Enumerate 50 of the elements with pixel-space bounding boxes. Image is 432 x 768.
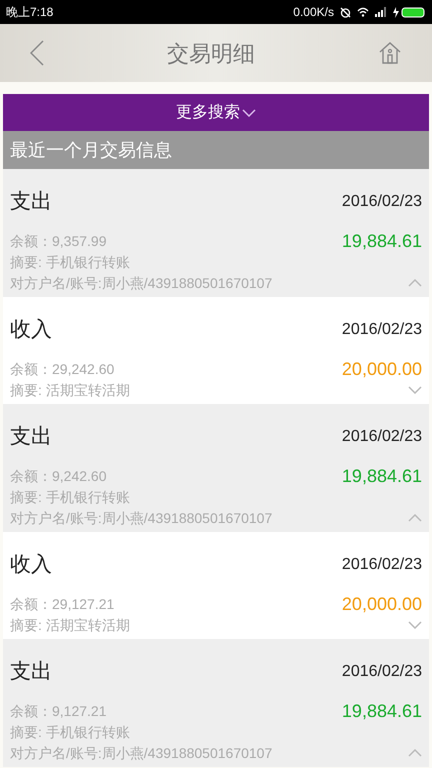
counterparty-text: 对方户名/账号:周小燕/4391880501670107 — [10, 509, 272, 528]
page-title: 交易明细 — [167, 40, 255, 68]
amount-text: 19,884.61 — [342, 464, 422, 488]
transaction-date: 2016/02/23 — [342, 427, 422, 447]
chevron-up-icon[interactable] — [408, 278, 422, 286]
transaction-date: 2016/02/23 — [342, 320, 422, 340]
amount-text: 20,000.00 — [342, 358, 422, 380]
summary-text: 摘要: 手机银行转账 — [10, 253, 130, 272]
balance-text: 余额：9,242.60 — [10, 466, 106, 486]
chevron-down-icon — [242, 108, 256, 116]
network-speed: 0.00K/s — [293, 4, 334, 21]
counterparty-text: 对方户名/账号:周小燕/4391880501670107 — [10, 744, 272, 763]
amount-text: 19,884.61 — [342, 700, 422, 722]
transaction-card[interactable]: 收入 2016/02/23 余额：29,242.60 20,000.00 摘要: 活期宝转活期 — [3, 297, 429, 404]
transaction-type: 收入 — [10, 317, 52, 344]
amount-text: 20,000.00 — [342, 592, 422, 616]
chevron-up-icon[interactable] — [408, 748, 422, 756]
summary-text: 摘要: 活期宝转活期 — [10, 381, 130, 400]
transaction-type: 支出 — [10, 424, 52, 450]
status-time: 晚上7:18 — [6, 4, 54, 21]
transaction-date: 2016/02/23 — [342, 662, 422, 682]
transaction-type: 支出 — [10, 659, 52, 686]
chevron-down-icon[interactable] — [408, 620, 422, 628]
more-search-button[interactable]: 更多搜索 — [3, 94, 429, 131]
back-icon[interactable] — [30, 40, 44, 66]
summary-text: 摘要: 手机银行转账 — [10, 723, 130, 742]
summary-text: 摘要: 活期宝转活期 — [10, 616, 130, 635]
battery-charging-icon — [392, 6, 426, 18]
signal-icon — [375, 7, 386, 17]
amount-text: 19,884.61 — [342, 230, 422, 252]
chevron-up-icon[interactable] — [408, 514, 422, 522]
balance-text: 余额：29,127.21 — [10, 594, 114, 614]
transaction-card[interactable]: 收入 2016/02/23 余额：29,127.21 20,000.00 摘要: 活期宝转活期 — [3, 532, 429, 639]
wifi-icon — [357, 7, 369, 17]
counterparty-text: 对方户名/账号:周小燕/4391880501670107 — [10, 274, 272, 293]
transaction-date: 2016/02/23 — [342, 555, 422, 575]
transaction-card[interactable]: 支出 2016/02/23 余额：9,127.21 19,884.61 摘要: 手机银行转账 对方户名/账号:周小燕/4391880501670107 — [3, 639, 429, 767]
transaction-card[interactable]: 支出 2016/02/23 余额：9,242.60 19,884.61 摘要: 手机银行转账 对方户名/账号:周小燕/4391880501670107 — [3, 404, 429, 532]
home-icon[interactable] — [378, 41, 402, 65]
transaction-date: 2016/02/23 — [342, 192, 422, 212]
balance-text: 余额：9,357.99 — [10, 232, 106, 250]
alarm-off-icon — [340, 6, 351, 18]
balance-text: 余额：9,127.21 — [10, 702, 106, 720]
chevron-down-icon[interactable] — [408, 386, 422, 394]
section-title: 最近一个月交易信息 — [10, 138, 172, 162]
balance-text: 余额：29,242.60 — [10, 360, 114, 378]
transaction-card[interactable]: 支出 2016/02/23 余额：9,357.99 19,884.61 摘要: 手机银行转账 对方户名/账号:周小燕/4391880501670107 — [3, 169, 429, 297]
summary-text: 摘要: 手机银行转账 — [10, 488, 130, 507]
transaction-type: 支出 — [10, 189, 52, 216]
transaction-type: 收入 — [10, 552, 52, 578]
